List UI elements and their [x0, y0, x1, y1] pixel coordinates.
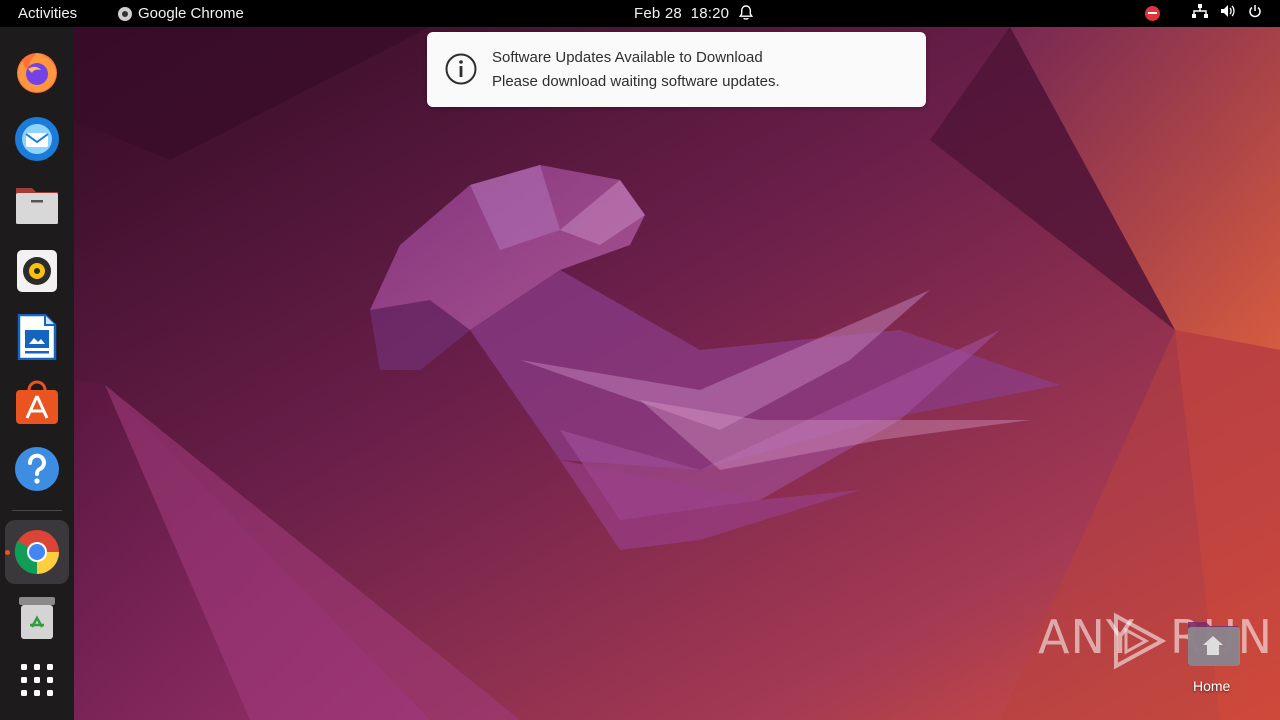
- chrome-icon: [14, 530, 59, 574]
- files-icon: [16, 188, 58, 224]
- home-folder-icon: [1188, 622, 1240, 666]
- dock-separator: [12, 510, 62, 511]
- app-menu-label: Google Chrome: [138, 5, 244, 22]
- dock-item-thunderbird[interactable]: [5, 106, 69, 170]
- notification-body: Please download waiting software updates…: [492, 73, 780, 90]
- dock-item-files[interactable]: [5, 173, 69, 237]
- thunderbird-icon: [15, 117, 59, 161]
- app-center-icon: [16, 380, 58, 424]
- chrome-icon: [118, 6, 132, 21]
- notification-title: Software Updates Available to Download: [492, 49, 763, 66]
- volume-icon: [1220, 4, 1236, 22]
- system-tray[interactable]: [1145, 4, 1262, 22]
- dock-item-libreoffice-writer[interactable]: [5, 305, 69, 369]
- writer-icon: [17, 314, 57, 360]
- notification-banner[interactable]: Software Updates Available to Download P…: [427, 32, 926, 107]
- clock[interactable]: Feb 28 18:20: [634, 5, 729, 22]
- network-icon: [1192, 4, 1208, 22]
- dock-item-show-apps[interactable]: [5, 648, 69, 712]
- dock-item-firefox[interactable]: [5, 40, 69, 104]
- help-icon: [15, 447, 59, 491]
- activities-button[interactable]: Activities: [18, 5, 77, 22]
- power-icon: [1248, 4, 1262, 22]
- do-not-disturb-icon: [1145, 5, 1160, 21]
- app-menu[interactable]: Google Chrome: [118, 5, 244, 22]
- trash-icon: [19, 597, 55, 639]
- clock-date: Feb 28: [634, 5, 682, 22]
- dock: [0, 27, 74, 720]
- rhythmbox-icon: [17, 250, 57, 292]
- desktop-home-icon[interactable]: [1186, 618, 1240, 668]
- desktop-home-label[interactable]: Home: [1193, 678, 1230, 694]
- dock-item-help[interactable]: [5, 437, 69, 501]
- app-grid-icon: [21, 664, 53, 696]
- notification-bell-icon[interactable]: [738, 5, 754, 25]
- dock-item-rhythmbox[interactable]: [5, 239, 69, 303]
- firefox-icon: [17, 53, 57, 93]
- top-bar: Activities Google Chrome Feb 28 18:20: [0, 0, 1280, 27]
- dock-item-app-center[interactable]: [5, 371, 69, 435]
- info-icon: [445, 53, 477, 90]
- dock-item-google-chrome[interactable]: [5, 520, 69, 584]
- clock-time: 18:20: [690, 5, 730, 22]
- dock-item-trash[interactable]: [5, 586, 69, 650]
- play-logo-icon: [1114, 612, 1167, 670]
- running-indicator: [5, 550, 10, 555]
